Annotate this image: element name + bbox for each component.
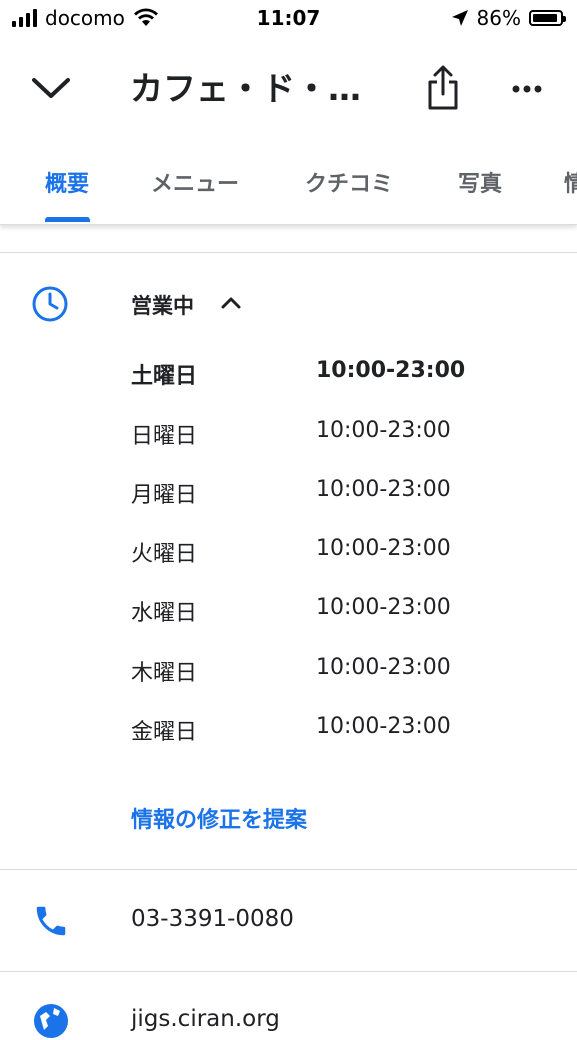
- tab-reviews[interactable]: クチコミ: [305, 166, 393, 198]
- section-divider: [0, 971, 577, 972]
- tab-overview[interactable]: 概要: [45, 166, 89, 198]
- section-divider: [0, 869, 577, 870]
- hours-row: 月曜日 10:00-23:00: [131, 477, 551, 517]
- hours-row: 火曜日 10:00-23:00: [131, 536, 551, 576]
- day-label: 金曜日: [131, 720, 198, 745]
- location-arrow-icon: [451, 10, 468, 26]
- clock-icon: [32, 286, 68, 322]
- hours-time: 10:00-23:00: [316, 714, 451, 739]
- collapse-button[interactable]: [26, 64, 76, 114]
- status-bar: docomo 11:07 86%: [0, 0, 577, 38]
- share-button[interactable]: [418, 62, 468, 116]
- hours-row: 土曜日 10:00-23:00: [131, 358, 551, 398]
- hours-row: 金曜日 10:00-23:00: [131, 714, 551, 754]
- hours-time: 10:00-23:00: [316, 595, 451, 620]
- status-bar-right: 86%: [451, 6, 566, 30]
- hours-time: 10:00-23:00: [316, 418, 451, 443]
- active-tab-indicator: [45, 217, 90, 222]
- battery-percentage: 86%: [476, 6, 521, 30]
- place-title: カフェ・ド・…: [130, 69, 361, 108]
- chevron-down-icon: [32, 78, 70, 98]
- tab-photos[interactable]: 写真: [458, 166, 502, 198]
- day-label: 木曜日: [131, 661, 198, 686]
- suggest-edit-link[interactable]: 情報の修正を提案: [131, 802, 307, 834]
- hours-time: 10:00-23:00: [316, 655, 451, 680]
- day-label: 月曜日: [131, 483, 198, 508]
- day-label: 火曜日: [131, 542, 198, 567]
- section-divider: [0, 252, 577, 253]
- website-link[interactable]: jigs.ciran.org: [131, 1006, 280, 1032]
- globe-icon: [34, 1004, 68, 1038]
- hours-row: 水曜日 10:00-23:00: [131, 595, 551, 635]
- tab-bar: 概要 メニュー クチコミ 写真 情: [0, 140, 577, 225]
- day-label: 日曜日: [131, 424, 198, 449]
- day-label: 水曜日: [131, 601, 198, 626]
- hours-time: 10:00-23:00: [316, 536, 451, 561]
- more-options-button[interactable]: [502, 64, 552, 114]
- app-header: カフェ・ド・…: [0, 50, 577, 130]
- hours-time: 10:00-23:00: [316, 477, 451, 502]
- tab-info[interactable]: 情: [564, 166, 577, 198]
- share-icon: [428, 65, 458, 110]
- hours-time: 10:00-23:00: [316, 358, 466, 383]
- hours-row: 木曜日 10:00-23:00: [131, 655, 551, 695]
- day-label: 土曜日: [131, 364, 198, 389]
- phone-icon: [36, 906, 66, 936]
- phone-number[interactable]: 03-3391-0080: [131, 906, 294, 932]
- hours-row: 日曜日 10:00-23:00: [131, 418, 551, 458]
- chevron-up-icon[interactable]: [218, 290, 244, 316]
- more-horizontal-icon: [512, 85, 542, 93]
- open-status[interactable]: 営業中: [131, 290, 194, 320]
- battery-icon: [529, 10, 566, 26]
- tab-menu[interactable]: メニュー: [151, 166, 239, 198]
